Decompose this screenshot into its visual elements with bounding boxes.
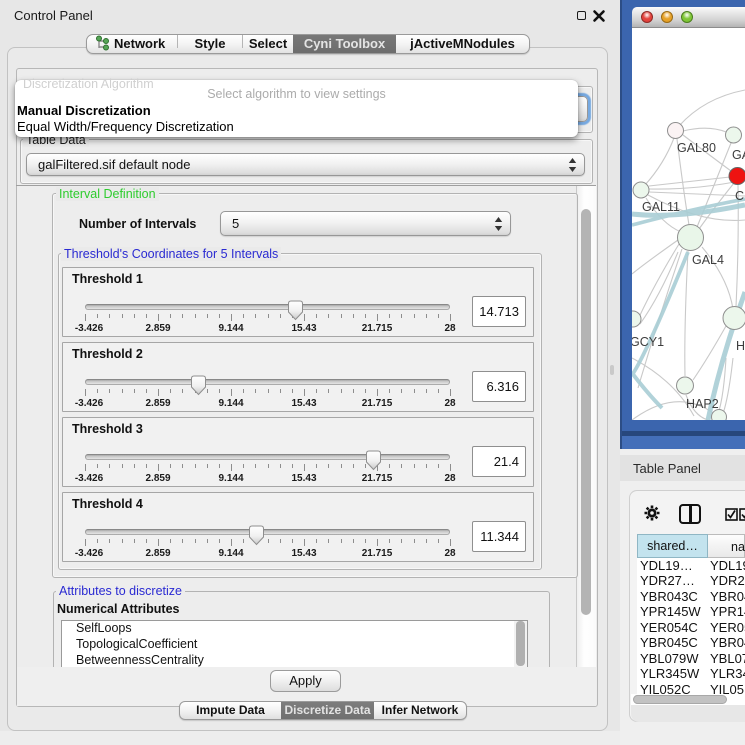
svg-text:GAL80: GAL80 (677, 141, 716, 155)
svg-text:H: H (736, 339, 745, 353)
svg-text:GA: GA (732, 148, 745, 162)
svg-text:GAL11: GAL11 (642, 200, 680, 214)
svg-text:GCY1: GCY1 (632, 335, 664, 349)
svg-text:HAP2: HAP2 (686, 397, 719, 411)
svg-text:GAL4: GAL4 (692, 253, 724, 267)
svg-text:C: C (735, 189, 744, 203)
